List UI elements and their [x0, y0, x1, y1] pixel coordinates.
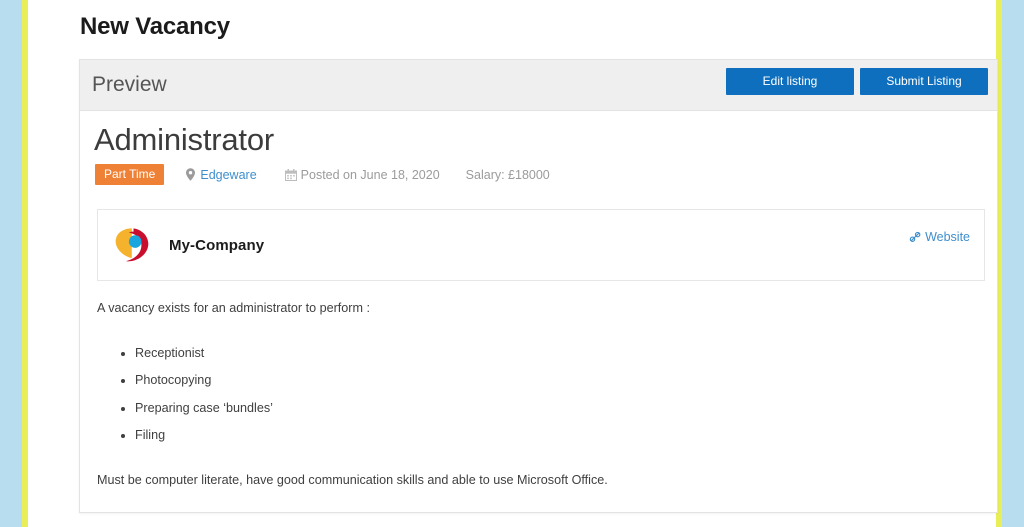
job-salary: Salary: £18000	[465, 167, 550, 182]
job-posted-date: Posted on June 18, 2020	[284, 167, 440, 182]
page-title: New Vacancy	[80, 13, 230, 40]
map-marker-icon	[186, 168, 196, 181]
page-background: New Vacancy Preview Edit listing Submit …	[0, 0, 1024, 527]
company-card: My-Company Website	[97, 209, 985, 282]
calendar-icon	[284, 168, 297, 181]
company-website-link[interactable]: Website	[909, 230, 970, 244]
status-badge: Part Time	[95, 164, 165, 186]
list-item: Photocopying	[135, 372, 977, 388]
list-item: Filing	[135, 427, 977, 443]
panel-body: Administrator Part Time Edgeware Posted …	[80, 111, 997, 490]
company-name: My-Company	[169, 236, 265, 254]
description-outro: Must be computer literate, have good com…	[97, 473, 608, 488]
panel-action-buttons: Edit listing Submit Listing	[726, 68, 988, 95]
job-location-link[interactable]: Edgeware	[200, 168, 256, 182]
company-website-label: Website	[925, 230, 970, 245]
list-item: Receptionist	[135, 345, 977, 361]
job-meta-row: Part Time Edgeware Posted on June 18, 20…	[80, 157, 997, 186]
company-logo-icon	[111, 225, 153, 265]
submit-listing-button[interactable]: Submit Listing	[860, 68, 988, 95]
duties-list: Receptionist Photocopying Preparing case…	[97, 345, 977, 443]
job-description: A vacancy exists for an administrator to…	[80, 281, 997, 490]
job-title: Administrator	[94, 122, 275, 157]
panel-heading-label: Preview	[92, 73, 167, 96]
list-item: Preparing case ‘bundles’	[135, 400, 977, 416]
link-icon	[909, 231, 921, 243]
preview-panel: Preview Edit listing Submit Listing Admi…	[79, 59, 998, 513]
content-canvas: New Vacancy Preview Edit listing Submit …	[28, 0, 998, 527]
job-posted-date-text: Posted on June 18, 2020	[300, 167, 440, 182]
job-location: Edgeware	[186, 168, 257, 182]
description-intro: A vacancy exists for an administrator to…	[97, 301, 370, 316]
panel-header: Preview Edit listing Submit Listing	[80, 60, 997, 111]
edit-listing-button[interactable]: Edit listing	[726, 68, 854, 95]
